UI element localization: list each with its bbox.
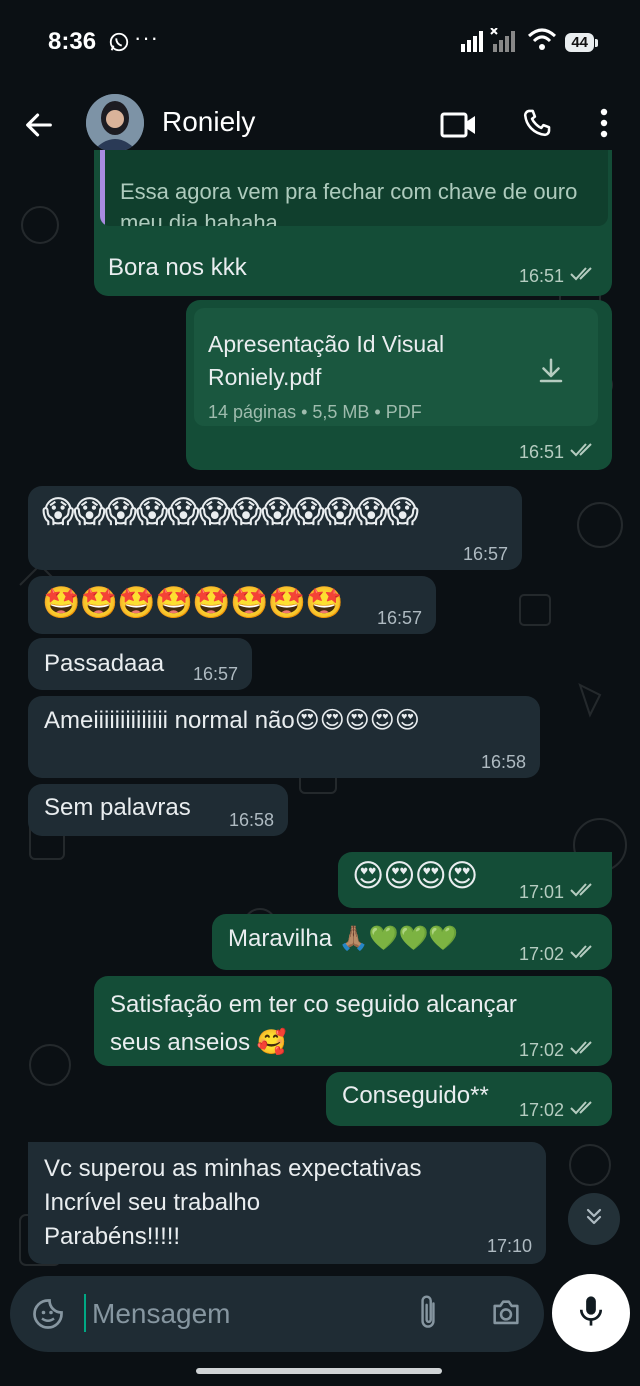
message-outgoing[interactable]: Conseguido** 17:02 bbox=[326, 1072, 612, 1126]
message-incoming[interactable]: Vc superou as minhas expectativas Incrív… bbox=[28, 1142, 546, 1264]
message-meta: 17:01 bbox=[519, 882, 598, 903]
video-call-icon[interactable] bbox=[440, 108, 478, 147]
double-check-icon bbox=[570, 442, 598, 463]
message-meta: 17:02 bbox=[519, 944, 598, 965]
double-check-icon bbox=[570, 1100, 598, 1121]
attach-icon[interactable] bbox=[414, 1294, 442, 1337]
sticker-icon[interactable] bbox=[30, 1296, 66, 1337]
message-outgoing[interactable]: Satisfação em ter co seguido alcançar se… bbox=[94, 976, 612, 1066]
message-meta: 16:51 bbox=[519, 266, 598, 287]
double-check-icon bbox=[570, 266, 598, 287]
message-meta: 16:57 bbox=[193, 664, 238, 685]
double-check-icon bbox=[570, 944, 598, 965]
message-text: 🤩🤩🤩🤩🤩🤩🤩🤩 bbox=[42, 585, 344, 620]
status-bar: 8:36 ··· 44 bbox=[0, 0, 640, 86]
mic-icon bbox=[576, 1294, 606, 1333]
avatar[interactable] bbox=[86, 94, 144, 152]
message-text: Satisfação em ter co seguido alcançar se… bbox=[110, 991, 517, 1056]
message-time: 16:58 bbox=[480, 752, 526, 772]
message-outgoing[interactable]: 😍😍😍😍 17:01 bbox=[338, 852, 612, 908]
quoted-message[interactable]: Essa agora vem pra fechar com chave de o… bbox=[100, 150, 608, 226]
message-time: 17:02 bbox=[518, 1040, 564, 1060]
contact-name[interactable]: Roniely bbox=[162, 106, 255, 138]
status-more-dots: ··· bbox=[134, 25, 159, 50]
message-time: 17:10 bbox=[486, 1236, 532, 1256]
document-name: Apresentação Id Visual Roniely.pdf bbox=[208, 331, 445, 390]
message-meta: 17:02 bbox=[519, 1040, 598, 1061]
status-time: 8:36 bbox=[48, 28, 97, 55]
message-outgoing[interactable]: Maravilha 🙏🏽💚💚💚 17:02 bbox=[212, 914, 612, 970]
message-text: 😍😍😍😍 bbox=[352, 858, 478, 893]
message-incoming[interactable]: Sem palavras 16:58 bbox=[28, 784, 288, 836]
message-time: 16:57 bbox=[462, 544, 508, 564]
quoted-text: Essa agora vem pra fechar com chave de o… bbox=[120, 179, 578, 226]
double-check-icon bbox=[570, 882, 598, 903]
back-arrow-icon[interactable] bbox=[22, 108, 56, 147]
message-meta: 16:58 bbox=[229, 810, 274, 831]
message-incoming[interactable]: Ameiiiiiiiiiiiiii normal não😍😍😍😍😍 16:58 bbox=[28, 696, 540, 778]
message-text: Sem palavras bbox=[44, 794, 191, 821]
message-text: Conseguido** bbox=[342, 1082, 489, 1109]
quote-accent-bar bbox=[100, 150, 105, 226]
message-meta: 16:57 bbox=[377, 608, 422, 629]
double-check-icon bbox=[570, 1040, 598, 1061]
message-text: 😱😱😱😱😱😱😱😱😱😱😱😱 bbox=[42, 494, 419, 529]
message-text: Vc superou as minhas expectativas Incrív… bbox=[44, 1155, 422, 1250]
message-meta: 16:58 bbox=[481, 752, 526, 773]
message-text: Passadaaa bbox=[44, 650, 165, 677]
message-outgoing[interactable]: Essa agora vem pra fechar com chave de o… bbox=[94, 150, 612, 296]
home-indicator[interactable] bbox=[196, 1368, 442, 1374]
wifi-icon bbox=[527, 28, 557, 57]
message-text: Bora nos kkk bbox=[108, 254, 247, 281]
signal-icon bbox=[461, 27, 519, 57]
message-time: 16:51 bbox=[518, 442, 564, 462]
message-incoming[interactable]: Passadaaa 16:57 bbox=[28, 638, 252, 690]
chevron-double-down-icon bbox=[582, 1205, 606, 1234]
scroll-to-bottom-button[interactable] bbox=[568, 1193, 620, 1245]
phone-icon[interactable] bbox=[520, 106, 554, 145]
whatsapp-icon bbox=[108, 31, 130, 58]
text-cursor bbox=[84, 1294, 86, 1332]
message-composer bbox=[10, 1276, 544, 1352]
mic-button[interactable] bbox=[552, 1274, 630, 1352]
message-time: 17:02 bbox=[518, 1100, 564, 1120]
camera-icon[interactable] bbox=[488, 1296, 524, 1335]
message-text: Ameiiiiiiiiiiiiii normal não😍😍😍😍😍 bbox=[44, 707, 420, 734]
message-time: 16:51 bbox=[518, 266, 564, 286]
message-input[interactable] bbox=[90, 1297, 394, 1331]
message-outgoing-document[interactable]: Apresentação Id Visual Roniely.pdf 14 pá… bbox=[186, 300, 612, 470]
message-time: 16:57 bbox=[376, 608, 422, 628]
download-icon[interactable] bbox=[536, 356, 566, 391]
more-vert-icon[interactable] bbox=[596, 106, 612, 145]
document-info: 14 páginas • 5,5 MB • PDF bbox=[208, 402, 422, 422]
message-meta: 17:10 bbox=[487, 1236, 532, 1257]
message-meta: 16:51 bbox=[519, 442, 598, 463]
battery-indicator: 44 bbox=[565, 33, 598, 52]
message-text: Maravilha 🙏🏽💚💚💚 bbox=[228, 925, 459, 952]
message-time: 16:57 bbox=[192, 664, 238, 684]
message-meta: 16:57 bbox=[463, 544, 508, 565]
document-attachment[interactable]: Apresentação Id Visual Roniely.pdf 14 pá… bbox=[194, 308, 598, 426]
message-incoming[interactable]: 🤩🤩🤩🤩🤩🤩🤩🤩 16:57 bbox=[28, 576, 436, 634]
message-incoming[interactable]: 😱😱😱😱😱😱😱😱😱😱😱😱 16:57 bbox=[28, 486, 522, 570]
message-time: 17:01 bbox=[518, 882, 564, 902]
message-time: 17:02 bbox=[518, 944, 564, 964]
status-indicators: 44 bbox=[461, 27, 598, 57]
message-time: 16:58 bbox=[228, 810, 274, 830]
message-meta: 17:02 bbox=[519, 1100, 598, 1121]
